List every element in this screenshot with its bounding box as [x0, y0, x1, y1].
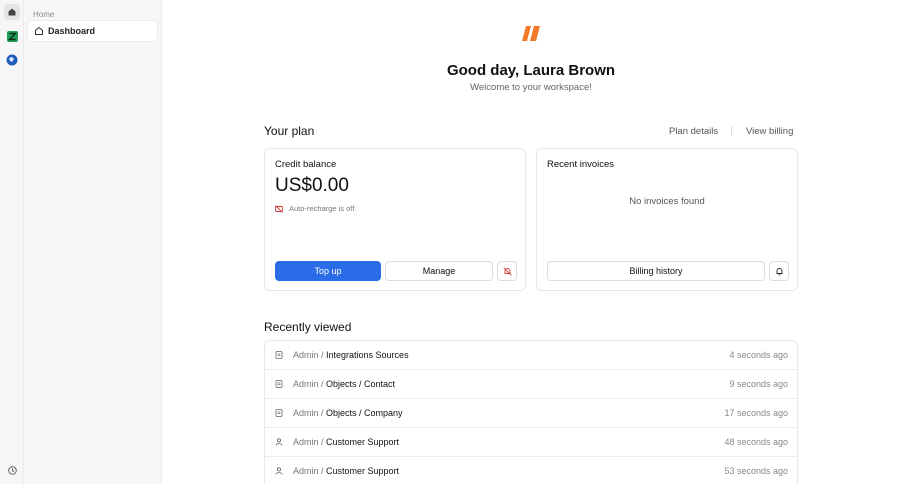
- bell-off-icon: [502, 266, 512, 276]
- no-invoices-message: No invoices found: [629, 196, 705, 207]
- document-icon: [275, 409, 283, 417]
- greeting-title: Good day, Laura Brown: [446, 62, 616, 79]
- top-up-button[interactable]: Top up: [275, 261, 381, 281]
- list-item[interactable]: Admin / Integrations Sources 4 seconds a…: [265, 341, 797, 370]
- list-item[interactable]: Admin / Customer Support 48 seconds ago: [265, 428, 797, 457]
- recent-item-path: Admin / Objects / Contact: [293, 379, 396, 389]
- help-icon[interactable]: [4, 462, 20, 478]
- recent-item-path: Admin / Objects / Company: [293, 408, 403, 418]
- plan-details-link[interactable]: Plan details: [669, 126, 718, 137]
- recent-item-time: 9 seconds ago: [729, 379, 788, 389]
- recent-item-time: 17 seconds ago: [724, 408, 788, 418]
- recent-item-time: 48 seconds ago: [724, 437, 788, 447]
- icon-rail: [0, 0, 24, 484]
- recent-invoices-title: Recent invoices: [547, 159, 615, 170]
- document-icon: [275, 380, 283, 388]
- recharge-off-icon: [275, 204, 283, 213]
- manage-button[interactable]: Manage: [385, 261, 493, 281]
- recently-viewed-title: Recently viewed: [264, 320, 352, 334]
- document-icon: [275, 351, 283, 359]
- billing-history-button[interactable]: Billing history: [547, 261, 765, 281]
- list-item[interactable]: Admin / Customer Support 53 seconds ago: [265, 457, 797, 484]
- recent-item-path: Admin / Integrations Sources: [293, 350, 409, 360]
- recent-item-path: Admin / Customer Support: [293, 437, 400, 447]
- sidebar-item-label: Dashboard: [48, 26, 96, 36]
- notifications-button[interactable]: [769, 261, 789, 281]
- greeting-subtitle: Welcome to your workspace!: [470, 82, 592, 93]
- notifications-off-button[interactable]: [497, 261, 517, 281]
- recent-invoices-card: Recent invoices No invoices found Billin…: [536, 148, 798, 291]
- auto-recharge-status: Auto-recharge is off.: [275, 204, 356, 213]
- sidebar-section-label: Home: [33, 10, 55, 19]
- recent-item-time: 53 seconds ago: [724, 466, 788, 476]
- recent-item-time: 4 seconds ago: [729, 350, 788, 360]
- bell-icon: [775, 267, 784, 276]
- recent-item-path: Admin / Customer Support: [293, 466, 400, 476]
- view-billing-link[interactable]: View billing: [746, 126, 793, 137]
- list-item[interactable]: Admin / Objects / Contact 9 seconds ago: [265, 370, 797, 399]
- credit-balance-amount: US$0.00: [275, 175, 349, 196]
- credit-balance-title: Credit balance: [275, 159, 337, 170]
- home-icon[interactable]: [4, 4, 20, 20]
- sidebar-item-dashboard[interactable]: Dashboard: [28, 21, 157, 41]
- plan-section-title: Your plan: [264, 124, 315, 138]
- workspace-app-icon[interactable]: [4, 28, 20, 44]
- credit-balance-card: Credit balance US$0.00 Auto-recharge is …: [264, 148, 526, 291]
- brand-logo-icon: [522, 25, 542, 42]
- sidebar: Home Dashboard: [24, 0, 162, 484]
- person-icon: [275, 467, 283, 475]
- globe-app-icon[interactable]: [4, 52, 20, 68]
- person-icon: [275, 438, 283, 446]
- list-item[interactable]: Admin / Objects / Company 17 seconds ago: [265, 399, 797, 428]
- recently-viewed-list: Admin / Integrations Sources 4 seconds a…: [264, 340, 798, 484]
- house-icon: [34, 26, 44, 36]
- auto-recharge-text: Auto-recharge is off.: [289, 204, 357, 213]
- link-divider: [731, 126, 732, 136]
